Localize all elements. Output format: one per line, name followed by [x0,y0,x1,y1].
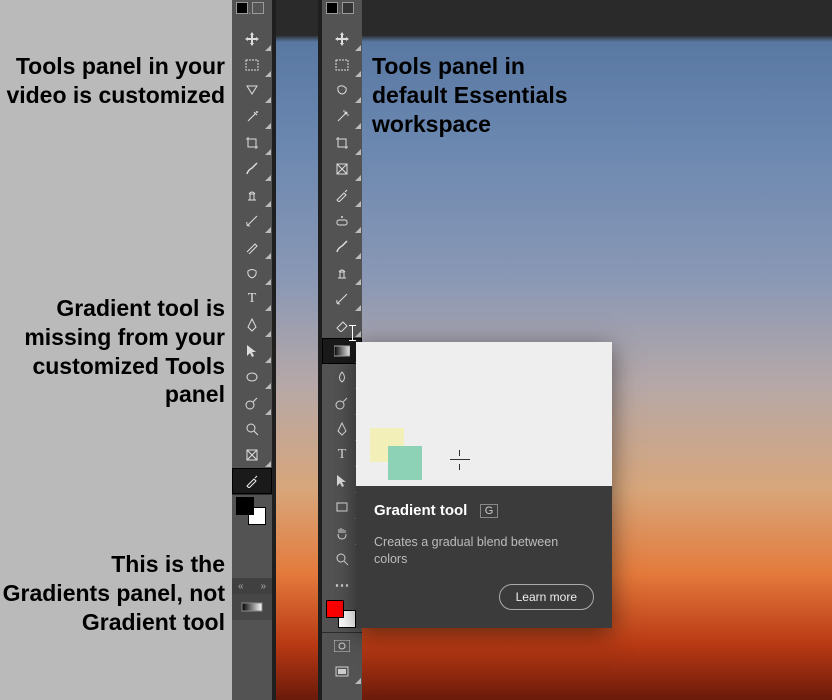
lasso-tool[interactable] [232,78,272,104]
annotation-customized-panel: Tools panel in your video is customized [0,52,225,110]
crosshair-icon [450,450,470,470]
crop-tool[interactable] [232,130,272,156]
history-brush-tool[interactable] [322,286,362,312]
rectangular-marquee-tool[interactable] [232,52,272,78]
gradients-panel-button[interactable] [232,594,272,620]
pen-tool[interactable] [232,312,272,338]
learn-more-button[interactable]: Learn more [499,584,594,610]
quick-mask-mode[interactable] [322,633,362,659]
customized-tools-panel: ∙∙ T «» [232,0,272,700]
panel-collapse-controls[interactable]: «» [232,578,272,594]
magic-wand-tool[interactable] [322,104,362,130]
type-tool[interactable]: T [232,286,272,312]
ellipse-tool[interactable] [232,364,272,390]
brush-tool[interactable] [232,156,272,182]
zoom-tool[interactable] [232,416,272,442]
eraser-tool[interactable] [322,312,362,338]
smudge-tool[interactable] [232,260,272,286]
pencil-tool[interactable] [232,234,272,260]
swatch-mini-controls[interactable] [322,0,362,18]
path-selection-tool[interactable] [232,338,272,364]
brush-tool[interactable] [322,234,362,260]
rectangular-marquee-tool[interactable] [322,52,362,78]
frame-tool[interactable] [232,442,272,468]
annotation-gradients-panel: This is the Gradients panel, not Gradien… [0,550,225,636]
foreground-color[interactable] [236,497,254,515]
crop-tool[interactable] [322,130,362,156]
tooltip-description: Creates a gradual blend between colors [374,534,594,568]
foreground-color[interactable] [326,600,344,618]
color-sampler-tool[interactable] [232,468,272,494]
clone-stamp-tool[interactable] [322,260,362,286]
eyedropper-tool[interactable] [322,182,362,208]
annotation-gradient-missing: Gradient tool is missing from your custo… [0,294,225,409]
move-tool[interactable] [322,26,362,52]
frame-tool[interactable] [322,156,362,182]
tooltip-preview [356,342,612,486]
tool-tooltip: Gradient tool G Creates a gradual blend … [356,342,612,628]
foreground-background-swatches[interactable] [232,495,272,529]
screen-mode[interactable] [322,659,362,685]
annotation-default-panel: Tools panel in default Essentials worksp… [372,52,592,138]
move-tool[interactable] [232,26,272,52]
preview-square-2 [388,446,422,480]
clone-stamp-tool[interactable] [232,182,272,208]
magic-wand-tool[interactable] [232,104,272,130]
tooltip-title: Gradient tool [374,502,467,519]
tooltip-shortcut: G [480,504,499,518]
lasso-tool[interactable] [322,78,362,104]
swatch-mini-controls[interactable] [232,0,272,18]
history-brush-tool[interactable] [232,208,272,234]
blur-tool[interactable] [232,390,272,416]
panel-separator [272,0,276,700]
spot-healing-brush-tool[interactable] [322,208,362,234]
